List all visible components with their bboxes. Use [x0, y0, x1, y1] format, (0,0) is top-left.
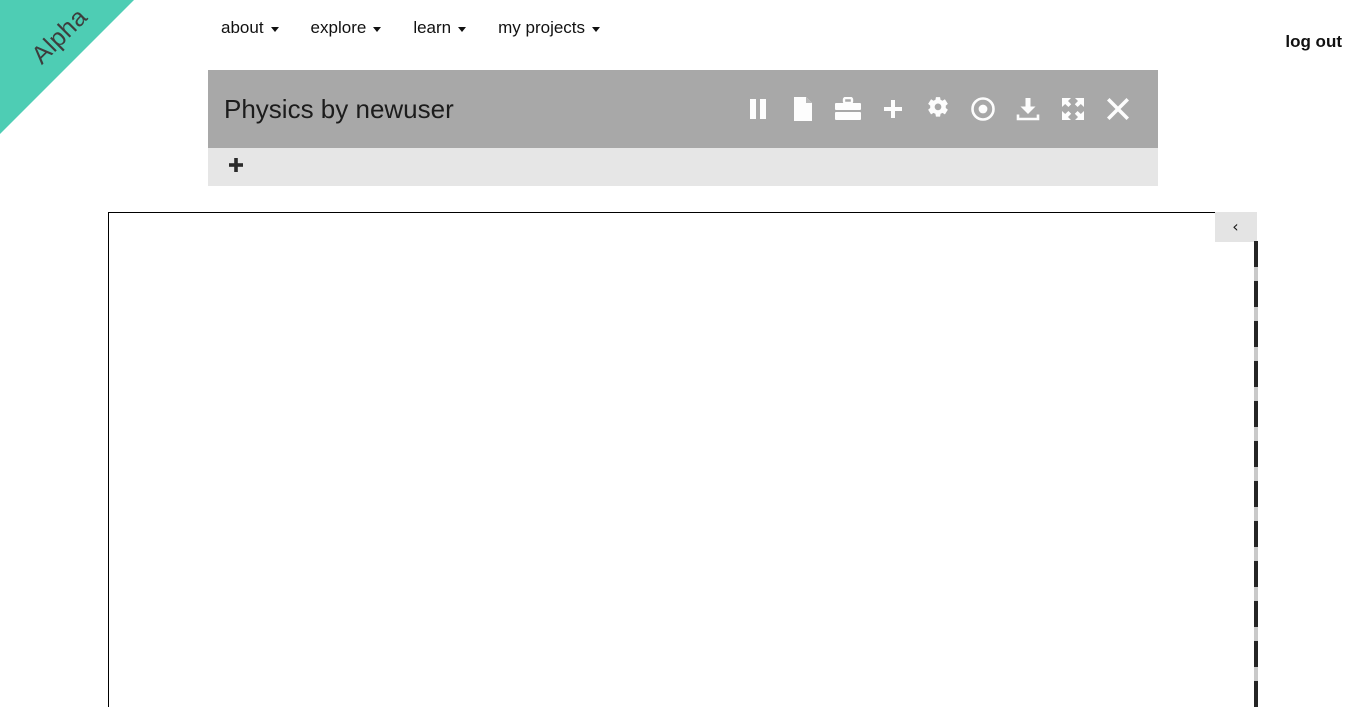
logout-link[interactable]: log out	[1285, 32, 1342, 52]
plus-icon	[882, 98, 904, 120]
canvas-drawing-area[interactable]	[109, 213, 1255, 707]
nav-item-explore-label: explore	[310, 18, 367, 37]
nav-item-learn-label: learn	[413, 18, 452, 37]
download-icon	[1015, 96, 1041, 122]
top-navigation: about explore learn my projects log out	[0, 0, 1366, 58]
chevron-down-icon	[458, 27, 467, 32]
chevron-down-icon	[592, 27, 601, 32]
nav-item-about[interactable]: about	[221, 14, 293, 42]
expand-icon	[1060, 96, 1086, 122]
project-tabbar	[208, 148, 1158, 186]
workspace-canvas[interactable]: ‹	[108, 211, 1257, 707]
chevron-down-icon	[373, 27, 382, 32]
plus-icon	[228, 157, 244, 178]
add-object-button[interactable]	[870, 86, 915, 132]
alpha-ribbon: Alpha	[0, 0, 134, 134]
pause-icon	[747, 97, 769, 121]
briefcase-icon	[834, 97, 862, 121]
nav-item-explore[interactable]: explore	[311, 14, 396, 42]
pause-button[interactable]	[735, 86, 780, 132]
project-title: Physics by newuser	[224, 93, 454, 124]
record-icon	[970, 96, 996, 122]
project-panel: Physics by newuser	[208, 70, 1158, 186]
project-header: Physics by newuser	[208, 70, 1158, 148]
fullscreen-button[interactable]	[1050, 86, 1095, 132]
settings-button[interactable]	[915, 86, 960, 132]
app-root: Alpha about explore learn my projects lo…	[0, 0, 1366, 707]
toolbox-button[interactable]	[825, 86, 870, 132]
collapse-panel-button[interactable]: ‹	[1214, 211, 1257, 242]
nav-menu: about explore learn my projects	[221, 14, 614, 42]
new-file-button[interactable]	[780, 86, 825, 132]
gear-icon	[925, 96, 951, 122]
nav-item-my-projects-label: my projects	[498, 18, 586, 37]
nav-item-my-projects[interactable]: my projects	[498, 14, 614, 42]
chevron-down-icon	[270, 27, 279, 32]
nav-item-about-label: about	[221, 18, 264, 37]
file-icon	[792, 96, 814, 122]
nav-item-learn[interactable]: learn	[413, 14, 480, 42]
close-icon	[1106, 97, 1130, 121]
chevron-left-icon: ‹	[1232, 216, 1239, 236]
record-button[interactable]	[960, 86, 1005, 132]
project-toolbar	[735, 86, 1140, 132]
add-tab-button[interactable]	[224, 155, 248, 179]
alpha-ribbon-triangle	[0, 0, 134, 134]
close-button[interactable]	[1095, 86, 1140, 132]
download-button[interactable]	[1005, 86, 1050, 132]
panel-splitter[interactable]	[1254, 241, 1258, 707]
